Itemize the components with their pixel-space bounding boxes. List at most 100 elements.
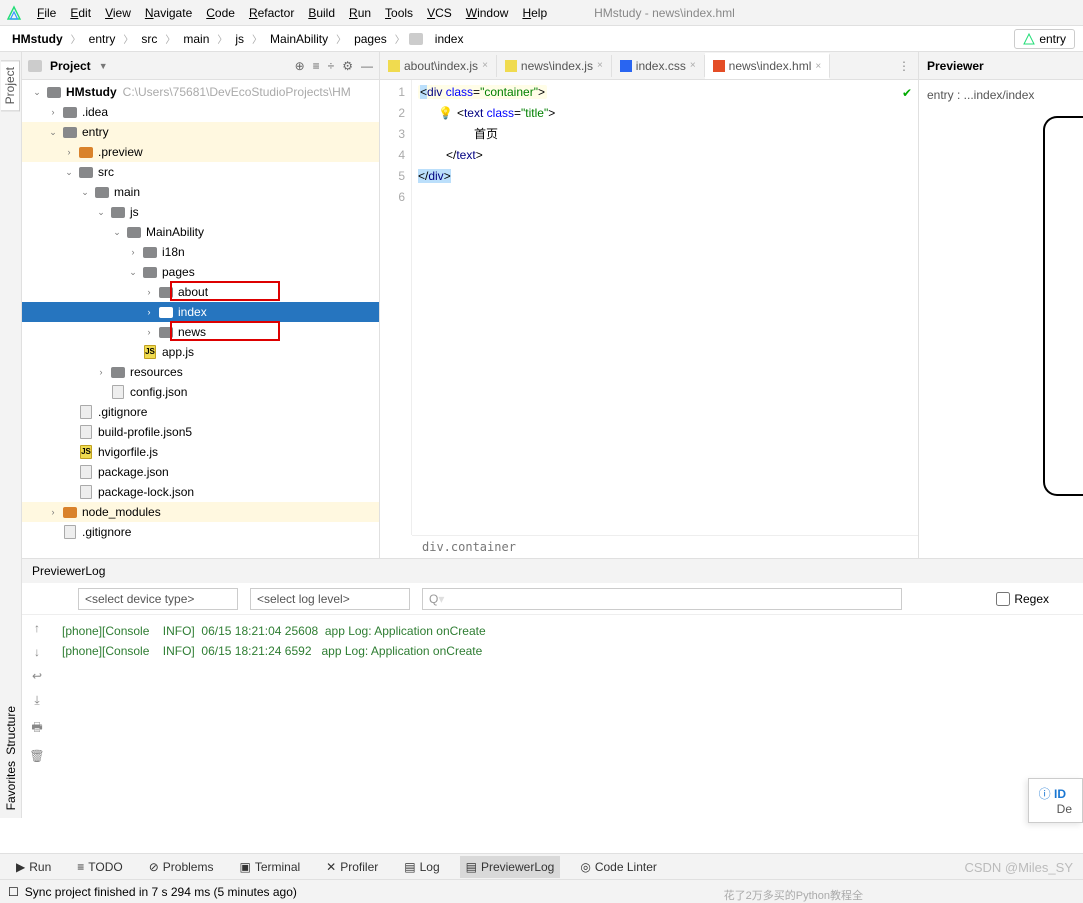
bottom-tab-run[interactable]: ▶Run	[10, 856, 57, 878]
hide-icon[interactable]: —	[361, 59, 373, 73]
project-tree[interactable]: ⌄HMstudyC:\Users\75681\DevEcoStudioProje…	[22, 80, 379, 558]
bottom-tab-previewerlog[interactable]: ▤PreviewerLog	[460, 856, 561, 878]
project-view-label[interactable]: Project	[50, 59, 91, 73]
tree-node--preview[interactable]: ›.preview	[22, 142, 379, 162]
tree-node-pages[interactable]: ⌄pages	[22, 262, 379, 282]
tree-node-js[interactable]: ⌄js	[22, 202, 379, 222]
tree-node-entry[interactable]: ⌄entry	[22, 122, 379, 142]
line-number[interactable]: 2	[380, 103, 405, 124]
close-icon[interactable]: ×	[597, 60, 603, 71]
log-level-select[interactable]: <select log level>	[250, 588, 410, 610]
tree-chevron-icon[interactable]: ⌄	[48, 127, 58, 138]
tree-chevron-icon[interactable]: ⌄	[80, 187, 90, 198]
crumb-hmstudy[interactable]: HMstudy	[8, 30, 67, 48]
tree-node-package-json[interactable]: package.json	[22, 462, 379, 482]
scroll-up-icon[interactable]: ↑	[34, 621, 40, 635]
tree-chevron-icon[interactable]: ›	[48, 107, 58, 117]
inspection-ok-icon[interactable]: ✔	[902, 86, 912, 100]
crumb-main[interactable]: main	[179, 30, 213, 48]
tree-chevron-icon[interactable]: ⌄	[32, 87, 42, 98]
menu-code[interactable]: Code	[199, 3, 242, 23]
print-icon[interactable]: 🖶	[31, 718, 42, 739]
tree-node-resources[interactable]: ›resources	[22, 362, 379, 382]
crumb-js[interactable]: js	[231, 30, 248, 48]
trash-icon[interactable]: 🗑	[29, 749, 44, 763]
menu-refactor[interactable]: Refactor	[242, 3, 301, 23]
scroll-down-icon[interactable]: ↓	[34, 645, 40, 659]
crumb-index[interactable]: index	[431, 30, 468, 48]
line-number[interactable]: 4	[380, 145, 405, 166]
ide-notification[interactable]: ⓘ ID De	[1028, 778, 1083, 823]
tree-chevron-icon[interactable]: ›	[96, 367, 106, 377]
crumb-mainability[interactable]: MainAbility	[266, 30, 332, 48]
line-number[interactable]: 5	[380, 166, 405, 187]
bottom-tab-terminal[interactable]: ▣Terminal	[233, 856, 306, 878]
tree-node-about[interactable]: ›about	[22, 282, 379, 302]
bottom-tab-problems[interactable]: ⊘Problems	[143, 856, 220, 878]
tree-node-i18n[interactable]: ›i18n	[22, 242, 379, 262]
device-type-select[interactable]: <select device type>	[78, 588, 238, 610]
tree-node--gitignore[interactable]: .gitignore	[22, 522, 379, 542]
gear-icon[interactable]: ⚙	[342, 59, 353, 73]
rail-tab-project[interactable]: Project	[1, 60, 20, 111]
run-config-selector[interactable]: entry	[1014, 29, 1075, 49]
menu-navigate[interactable]: Navigate	[138, 3, 199, 23]
line-number[interactable]: 1	[380, 82, 405, 103]
tree-node-build-profile-json5[interactable]: build-profile.json5	[22, 422, 379, 442]
tree-chevron-icon[interactable]: ⌄	[112, 227, 122, 238]
chevron-down-icon[interactable]: ▼	[99, 61, 108, 71]
intention-bulb-icon[interactable]: 💡	[438, 106, 453, 120]
line-number[interactable]: 6	[380, 187, 405, 208]
regex-checkbox[interactable]: Regex	[996, 592, 1049, 606]
tree-node-hmstudy[interactable]: ⌄HMstudyC:\Users\75681\DevEcoStudioProje…	[22, 82, 379, 102]
editor-tab[interactable]: index.css×	[612, 55, 705, 77]
menu-tools[interactable]: Tools	[378, 3, 420, 23]
tab-overflow-icon[interactable]: ⋮	[890, 59, 918, 73]
expand-icon[interactable]: ≡	[313, 59, 320, 73]
menu-run[interactable]: Run	[342, 3, 378, 23]
tree-node--gitignore[interactable]: .gitignore	[22, 402, 379, 422]
line-number[interactable]: 3	[380, 124, 405, 145]
tree-node-hvigorfile-js[interactable]: JShvigorfile.js	[22, 442, 379, 462]
close-icon[interactable]: ×	[815, 61, 821, 72]
tree-node-package-lock-json[interactable]: package-lock.json	[22, 482, 379, 502]
collapse-icon[interactable]: ÷	[328, 59, 335, 73]
tree-chevron-icon[interactable]: ›	[144, 327, 154, 337]
tree-chevron-icon[interactable]: ›	[144, 307, 154, 317]
tree-node-config-json[interactable]: config.json	[22, 382, 379, 402]
menu-view[interactable]: View	[98, 3, 138, 23]
bottom-tab-codelinter[interactable]: ◎Code Linter	[574, 856, 663, 878]
locate-icon[interactable]: ⊕	[295, 59, 305, 73]
tree-chevron-icon[interactable]: ›	[48, 507, 58, 517]
editor-tab[interactable]: news\index.hml×	[705, 53, 831, 79]
tree-chevron-icon[interactable]: ⌄	[128, 267, 138, 278]
editor-breadcrumb[interactable]: div.container	[412, 535, 918, 558]
tree-node-main[interactable]: ⌄main	[22, 182, 379, 202]
tree-chevron-icon[interactable]: ›	[144, 287, 154, 297]
tree-node-node-modules[interactable]: ›node_modules	[22, 502, 379, 522]
bottom-tab-log[interactable]: ▤Log	[398, 856, 445, 878]
crumb-entry[interactable]: entry	[85, 30, 120, 48]
menu-edit[interactable]: Edit	[63, 3, 98, 23]
rail-tab-favorites[interactable]: Favorites	[4, 761, 18, 810]
crumb-pages[interactable]: pages	[350, 30, 391, 48]
log-output[interactable]: [phone][Console INFO] 06/15 18:21:04 256…	[52, 615, 1083, 845]
bottom-tab-profiler[interactable]: ✕Profiler	[320, 856, 384, 878]
bottom-tab-todo[interactable]: ≡TODO	[71, 856, 128, 878]
menu-build[interactable]: Build	[301, 3, 342, 23]
tree-node-index[interactable]: ›index	[22, 302, 379, 322]
menu-vcs[interactable]: VCS	[420, 3, 459, 23]
tree-node-src[interactable]: ⌄src	[22, 162, 379, 182]
soft-wrap-icon[interactable]: ↩	[32, 669, 42, 683]
tree-chevron-icon[interactable]: ›	[128, 247, 138, 257]
tree-chevron-icon[interactable]: ⌄	[96, 207, 106, 218]
menu-window[interactable]: Window	[459, 3, 516, 23]
tree-chevron-icon[interactable]: ⌄	[64, 167, 74, 178]
menu-file[interactable]: File	[30, 3, 63, 23]
tree-node-mainability[interactable]: ⌄MainAbility	[22, 222, 379, 242]
editor-tab[interactable]: news\index.js×	[497, 55, 612, 77]
menu-help[interactable]: Help	[515, 3, 554, 23]
log-search-input[interactable]: Q▾	[422, 588, 902, 610]
code-content[interactable]: <div class="container"> 💡<text class="ti…	[412, 80, 561, 535]
tree-node--idea[interactable]: ›.idea	[22, 102, 379, 122]
